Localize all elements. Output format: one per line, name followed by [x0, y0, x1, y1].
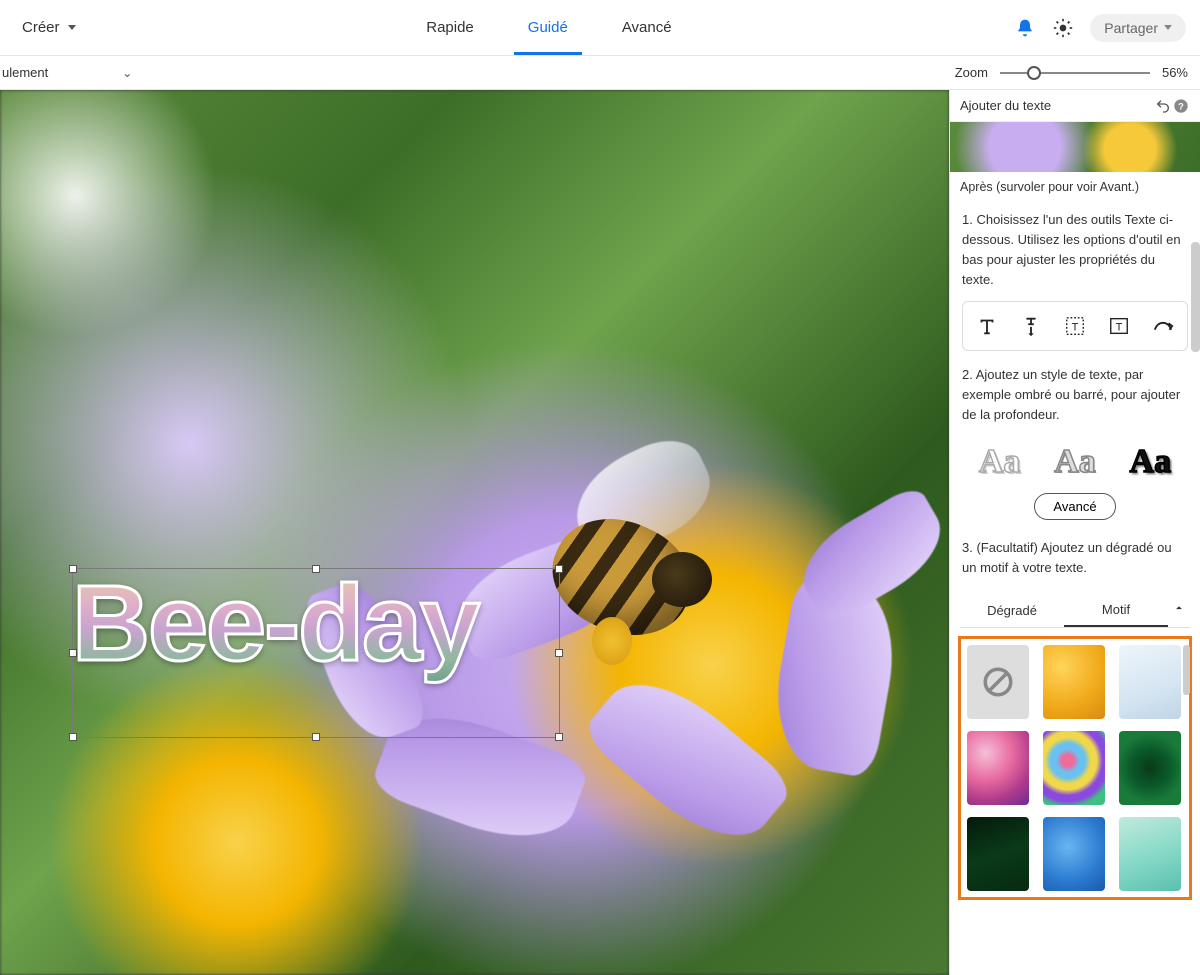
- pattern-swatch-7[interactable]: [1043, 817, 1105, 891]
- text-on-path-tool-icon[interactable]: [1147, 312, 1179, 340]
- view-dropdown[interactable]: ulement ⌄: [2, 65, 132, 80]
- text-selection-tool-icon[interactable]: T: [1059, 312, 1091, 340]
- zoom-thumb[interactable]: [1027, 66, 1041, 80]
- panel-scrollbar-thumb[interactable]: [1191, 242, 1200, 352]
- advanced-button[interactable]: Avancé: [1034, 493, 1115, 520]
- collapse-chevron-icon[interactable]: [1168, 601, 1190, 620]
- main-area: Bee-day Ajouter du texte ? Après (survol…: [0, 90, 1200, 975]
- brightness-icon[interactable]: [1052, 17, 1074, 39]
- pattern-none[interactable]: [967, 645, 1029, 719]
- text-mask-tool-icon[interactable]: T: [1103, 312, 1135, 340]
- pattern-grid: [958, 636, 1192, 900]
- fill-tabs: Dégradé Motif: [960, 594, 1190, 628]
- pattern-swatch-8[interactable]: [1119, 817, 1181, 891]
- svg-text:T: T: [1072, 321, 1079, 333]
- zoom-slider[interactable]: [1000, 65, 1150, 81]
- panel-title: Ajouter du texte: [960, 98, 1051, 113]
- preview-caption: Après (survoler pour voir Avant.): [950, 172, 1200, 204]
- tab-pattern[interactable]: Motif: [1064, 594, 1168, 627]
- tab-gradient[interactable]: Dégradé: [960, 595, 1064, 626]
- side-panel: Ajouter du texte ? Après (survoler pour …: [949, 90, 1200, 975]
- canvas: Bee-day: [0, 90, 949, 975]
- text-overlay[interactable]: Bee-day: [72, 560, 478, 685]
- caret-down-icon: [68, 25, 76, 30]
- mode-tabs: Rapide Guidé Avancé: [84, 1, 1015, 54]
- pattern-swatch-2[interactable]: [1119, 645, 1181, 719]
- pattern-swatch-5[interactable]: [1119, 731, 1181, 805]
- text-tools-row: T T: [962, 301, 1188, 351]
- preview-thumbnail[interactable]: [950, 122, 1200, 172]
- text-style-presets: Aa Aa Aa: [950, 435, 1200, 487]
- pattern-scrollbar[interactable]: [1183, 645, 1190, 695]
- text-style-1[interactable]: Aa: [979, 443, 1021, 481]
- caret-down-icon: [1164, 25, 1172, 30]
- view-dropdown-label: ulement: [2, 65, 48, 80]
- pattern-swatch-1[interactable]: [1043, 645, 1105, 719]
- zoom-track: [1000, 72, 1150, 74]
- zoom-label: Zoom: [955, 65, 988, 80]
- panel-scrollbar-track[interactable]: [1191, 122, 1200, 975]
- svg-text:?: ?: [1178, 101, 1184, 111]
- pattern-swatch-4[interactable]: [1043, 731, 1105, 805]
- zoom-value: 56%: [1162, 65, 1188, 80]
- step-3-text: 3. (Facultatif) Ajoutez un dégradé ou un…: [950, 532, 1200, 588]
- step-1-text: 1. Choisissez l'un des outils Texte ci-d…: [950, 204, 1200, 301]
- horizontal-text-tool-icon[interactable]: [971, 312, 1003, 340]
- help-icon[interactable]: ?: [1172, 95, 1190, 117]
- text-style-2[interactable]: Aa: [1054, 443, 1096, 481]
- canvas-viewport[interactable]: Bee-day: [0, 90, 949, 975]
- top-right-controls: Partager: [1014, 14, 1186, 42]
- flower-petals: [0, 90, 949, 975]
- step-2-text: 2. Ajoutez un style de texte, par exempl…: [950, 359, 1200, 435]
- pattern-swatch-6[interactable]: [967, 817, 1029, 891]
- panel-header: Ajouter du texte ?: [950, 90, 1200, 122]
- sub-toolbar: ulement ⌄ Zoom 56%: [0, 56, 1200, 90]
- advanced-button-wrap: Avancé: [950, 487, 1200, 532]
- sub-left: ulement ⌄: [0, 65, 132, 80]
- pattern-swatch-3[interactable]: [967, 731, 1029, 805]
- bell-icon[interactable]: [1014, 17, 1036, 39]
- create-label: Créer: [22, 19, 60, 36]
- tab-avance[interactable]: Avancé: [618, 1, 676, 54]
- top-bar: Créer Rapide Guidé Avancé Partager: [0, 0, 1200, 56]
- zoom-controls: Zoom 56%: [955, 65, 1200, 81]
- text-style-3[interactable]: Aa: [1130, 443, 1172, 481]
- undo-icon[interactable]: [1154, 95, 1172, 117]
- share-label: Partager: [1104, 20, 1158, 36]
- overlay-text: Bee-day: [72, 560, 478, 685]
- chevron-down-icon: ⌄: [122, 66, 132, 80]
- create-dropdown[interactable]: Créer: [14, 13, 84, 42]
- share-dropdown[interactable]: Partager: [1090, 14, 1186, 42]
- vertical-text-tool-icon[interactable]: [1015, 312, 1047, 340]
- svg-text:T: T: [1116, 321, 1123, 333]
- tab-guide[interactable]: Guidé: [524, 1, 572, 54]
- tab-rapide[interactable]: Rapide: [422, 1, 478, 54]
